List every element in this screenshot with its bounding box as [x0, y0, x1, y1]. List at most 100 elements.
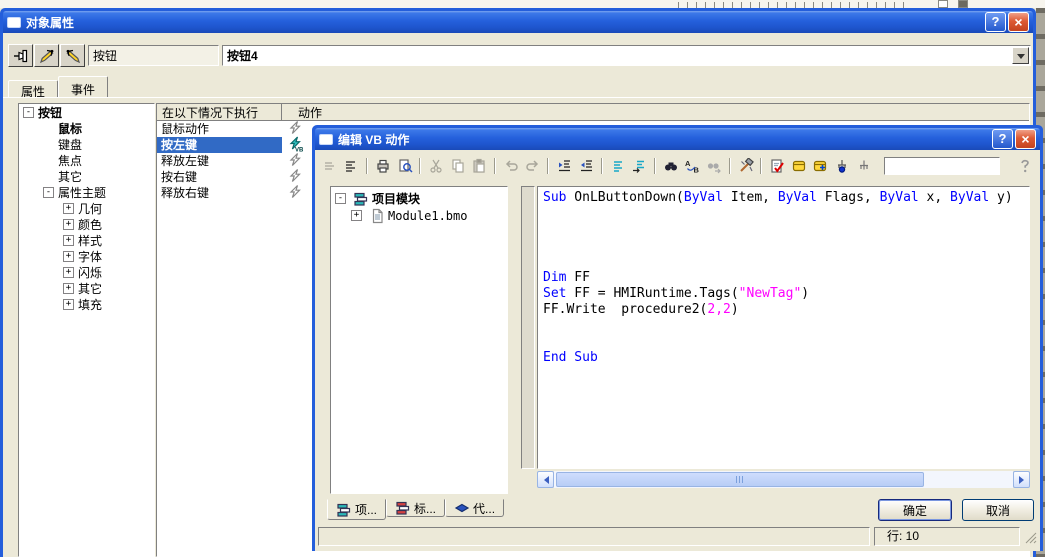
arrow-pen-button[interactable]	[34, 44, 59, 67]
code-editor[interactable]: Sub OnLButtonDown(ByVal Item, ByVal Flag…	[537, 186, 1030, 469]
module-file-icon	[369, 208, 385, 224]
scroll-right-button[interactable]	[1013, 471, 1030, 488]
tools-icon[interactable]	[735, 156, 757, 176]
event-row-label[interactable]: 释放左键	[157, 153, 282, 169]
cut-icon	[425, 156, 447, 176]
expand-icon[interactable]: +	[63, 234, 74, 246]
print-preview-icon[interactable]	[394, 156, 416, 176]
module-icon[interactable]	[788, 156, 810, 176]
tree-item-label: 字体	[78, 249, 103, 264]
event-row-label[interactable]: 释放右键	[157, 185, 282, 201]
tree-item[interactable]: + 字体	[19, 248, 154, 264]
object-name-combobox[interactable]: 按钮4	[222, 45, 1031, 66]
tree-item[interactable]: 焦点	[19, 152, 154, 168]
close-button[interactable]: ×	[1008, 12, 1029, 32]
help-button[interactable]: ?	[985, 12, 1006, 32]
horizontal-scrollbar[interactable]	[537, 471, 1030, 488]
ok-button[interactable]: 确定	[878, 499, 952, 521]
event-row-label[interactable]: 按右键	[157, 169, 282, 185]
tree-item[interactable]: 其它	[19, 168, 154, 184]
event-category-tree: - 按钮 鼠标 键盘 焦点 其它 - 属性主题 + 几何 + 颜色 + 样式 + 字体 + 闪烁 + 其它 + 填充	[18, 103, 155, 557]
print-icon[interactable]	[372, 156, 394, 176]
tab-events[interactable]: 事件	[58, 76, 109, 98]
header-condition: 在以下情况下执行	[157, 104, 282, 120]
line-numbers-icon[interactable]	[341, 156, 363, 176]
collapse-icon[interactable]: -	[43, 186, 54, 198]
tree-item[interactable]: + 样式	[19, 232, 154, 248]
expand-icon[interactable]: +	[63, 282, 74, 294]
header-action: 动作	[298, 105, 323, 120]
tree-item[interactable]: - 属性主题	[19, 184, 154, 200]
tree-item[interactable]: + 颜色	[19, 216, 154, 232]
help-button[interactable]: ?	[992, 129, 1013, 149]
expand-icon[interactable]: +	[63, 266, 74, 278]
clear-breakpoints-icon[interactable]	[853, 156, 875, 176]
object-type-field[interactable]	[88, 45, 219, 66]
svg-text:A: A	[685, 159, 691, 168]
event-row-label[interactable]: 鼠标动作	[157, 121, 282, 137]
resize-grip[interactable]	[1023, 530, 1038, 545]
project-modules-icon	[353, 191, 369, 207]
toolbar-separator	[600, 158, 603, 174]
comment-icon[interactable]	[607, 156, 629, 176]
tree-item[interactable]: 键盘	[19, 136, 154, 152]
project-tree-item[interactable]: + Module1.bmo	[333, 207, 505, 224]
tree-item[interactable]: + 其它	[19, 280, 154, 296]
tree-item-label: 属性主题	[58, 185, 107, 200]
tab-project-modules[interactable]: 项...	[327, 499, 387, 520]
object-properties-titlebar[interactable]: 对象属性 ? ×	[3, 11, 1033, 33]
expand-icon[interactable]: +	[63, 202, 74, 214]
collapse-icon[interactable]: -	[335, 193, 346, 204]
project-tree-label: Module1.bmo	[388, 208, 468, 223]
tab-label: 标...	[414, 501, 437, 516]
scrollbar-track[interactable]	[554, 471, 1013, 488]
replace-icon[interactable]: AB	[682, 156, 704, 176]
chevron-down-icon[interactable]	[1012, 47, 1029, 64]
tab-standard-modules[interactable]: 标...	[386, 499, 446, 517]
outdent-icon[interactable]	[575, 156, 597, 176]
background-ruler-strip	[0, 0, 1045, 8]
find-icon[interactable]	[660, 156, 682, 176]
uncomment-icon[interactable]	[628, 156, 650, 176]
toolbar-separator	[728, 158, 731, 174]
find-next-icon	[703, 156, 725, 176]
tree-item[interactable]: + 几何	[19, 200, 154, 216]
expand-icon[interactable]: +	[63, 250, 74, 262]
vb-editor-titlebar[interactable]: 编辑 VB 动作 ? ×	[315, 128, 1040, 150]
bookmark-lines-icon	[319, 156, 341, 176]
tab-code-templates[interactable]: 代...	[445, 499, 505, 517]
script-lightning-icon[interactable]	[282, 184, 303, 203]
add-module-icon[interactable]	[810, 156, 832, 176]
scrollbar-thumb[interactable]	[556, 472, 924, 487]
project-tree-item[interactable]: - 项目模块	[333, 190, 505, 207]
toggle-breakpoint-icon[interactable]	[831, 156, 853, 176]
expand-icon[interactable]: +	[351, 210, 362, 221]
undo-icon	[500, 156, 522, 176]
tree-item-label: 鼠标	[58, 121, 83, 136]
code-templates-tab-icon	[454, 500, 470, 516]
tab-properties[interactable]: 属性	[8, 80, 59, 99]
tree-item[interactable]: + 填充	[19, 296, 154, 312]
expand-icon[interactable]: +	[63, 298, 74, 310]
close-button[interactable]: ×	[1015, 129, 1036, 149]
indent-icon[interactable]	[553, 156, 575, 176]
collapse-icon[interactable]: -	[23, 106, 34, 118]
tree-item[interactable]: - 按钮	[19, 104, 154, 120]
tree-item-label: 按钮	[38, 105, 63, 120]
tree-item[interactable]: 鼠标	[19, 120, 154, 136]
scroll-left-button[interactable]	[537, 471, 554, 488]
event-row-label[interactable]: 按左键	[157, 137, 282, 153]
pin-button[interactable]	[8, 44, 33, 67]
tree-item[interactable]: + 闪烁	[19, 264, 154, 280]
arrow-pen-back-button[interactable]	[60, 44, 85, 67]
expand-icon[interactable]: +	[63, 218, 74, 230]
syntax-check-icon[interactable]	[766, 156, 788, 176]
tab-label: 代...	[473, 501, 496, 516]
toolbar-separator	[653, 158, 656, 174]
cancel-button[interactable]: 取消	[962, 499, 1034, 521]
toolbar-search-input[interactable]	[884, 157, 1001, 175]
tree-item-label: 几何	[78, 201, 103, 216]
